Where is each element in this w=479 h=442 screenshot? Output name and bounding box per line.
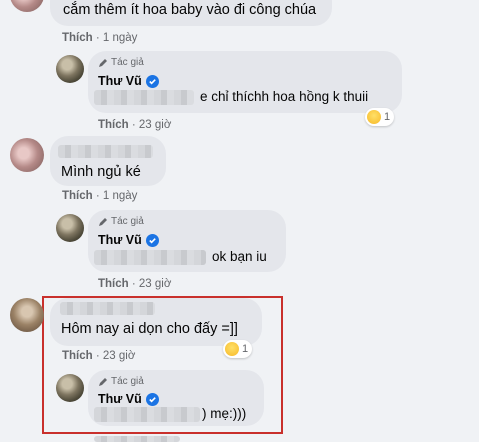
- author-name[interactable]: Thư Vũ: [98, 74, 159, 88]
- comment-meta: Thích · 1 ngày: [62, 190, 137, 202]
- like-link[interactable]: Thích: [62, 350, 93, 362]
- like-link[interactable]: Thích: [98, 278, 129, 290]
- reaction-count[interactable]: 1: [223, 340, 253, 358]
- commenter-avatar[interactable]: [10, 0, 44, 12]
- reply-text: e chỉ thíchh hoa hồng k thuii: [200, 89, 369, 104]
- author-name[interactable]: Thư Vũ: [98, 233, 159, 247]
- comment-time[interactable]: 1 ngày: [103, 190, 138, 202]
- reaction-number: 1: [384, 111, 391, 123]
- comment-meta: Thích · 1 ngày: [62, 32, 137, 44]
- reply-text: ok bạn iu: [212, 249, 267, 264]
- verified-badge-icon: [145, 74, 159, 88]
- author-name-text: Thư Vũ: [98, 74, 142, 88]
- blurred-name: [60, 302, 155, 315]
- blurred-mention: [94, 90, 194, 105]
- like-link[interactable]: Thích: [62, 190, 93, 202]
- haha-reaction-icon: [367, 110, 381, 124]
- like-link[interactable]: Thích: [62, 32, 93, 44]
- blurred-mention: [94, 407, 200, 422]
- author-avatar[interactable]: [56, 214, 84, 242]
- commenter-avatar[interactable]: [10, 138, 44, 172]
- separator: ·: [95, 350, 103, 362]
- author-name-text: Thư Vũ: [98, 233, 142, 247]
- author-badge: Tác giả: [98, 57, 144, 68]
- comment-text: cắm thêm ít hoa baby vào đi công chúa: [63, 2, 317, 18]
- reply-meta: Thích · 23 giờ: [98, 278, 171, 290]
- comment-meta: Thích · 23 giờ: [62, 350, 135, 362]
- separator: ·: [95, 32, 103, 44]
- blurred-meta: [94, 436, 180, 442]
- comment-text: Mình ngủ ké: [61, 164, 141, 180]
- author-badge-label: Tác giả: [111, 57, 144, 68]
- commenter-avatar[interactable]: [10, 298, 44, 332]
- author-badge: Tác giả: [98, 216, 144, 227]
- author-name[interactable]: Thư Vũ: [98, 392, 159, 406]
- author-badge: Tác giả: [98, 376, 144, 387]
- reaction-count[interactable]: 1: [365, 108, 395, 126]
- separator: ·: [131, 278, 139, 290]
- haha-reaction-icon: [225, 342, 239, 356]
- separator: ·: [95, 190, 103, 202]
- like-link[interactable]: Thích: [98, 119, 129, 131]
- author-avatar[interactable]: [56, 374, 84, 402]
- blurred-name: [58, 145, 153, 158]
- verified-badge-icon: [145, 392, 159, 406]
- comment-time[interactable]: 23 giờ: [103, 350, 135, 362]
- reply-time[interactable]: 23 giờ: [139, 278, 171, 290]
- reaction-number: 1: [242, 343, 249, 355]
- author-avatar[interactable]: [56, 55, 84, 83]
- pen-icon: [99, 217, 107, 226]
- author-name-text: Thư Vũ: [98, 392, 142, 406]
- reply-time[interactable]: 23 giờ: [139, 119, 171, 131]
- pen-icon: [99, 58, 107, 67]
- comment-time[interactable]: 1 ngày: [103, 32, 138, 44]
- reply-text: ) mẹ:))): [202, 406, 247, 421]
- author-badge-label: Tác giả: [111, 216, 144, 227]
- reply-meta: Thích · 23 giờ: [98, 119, 171, 131]
- separator: ·: [131, 119, 139, 131]
- comment-text: Hôm nay ai dọn cho đấy =]]: [61, 321, 238, 337]
- blurred-mention: [94, 250, 206, 265]
- verified-badge-icon: [145, 233, 159, 247]
- pen-icon: [99, 377, 107, 386]
- author-badge-label: Tác giả: [111, 376, 144, 387]
